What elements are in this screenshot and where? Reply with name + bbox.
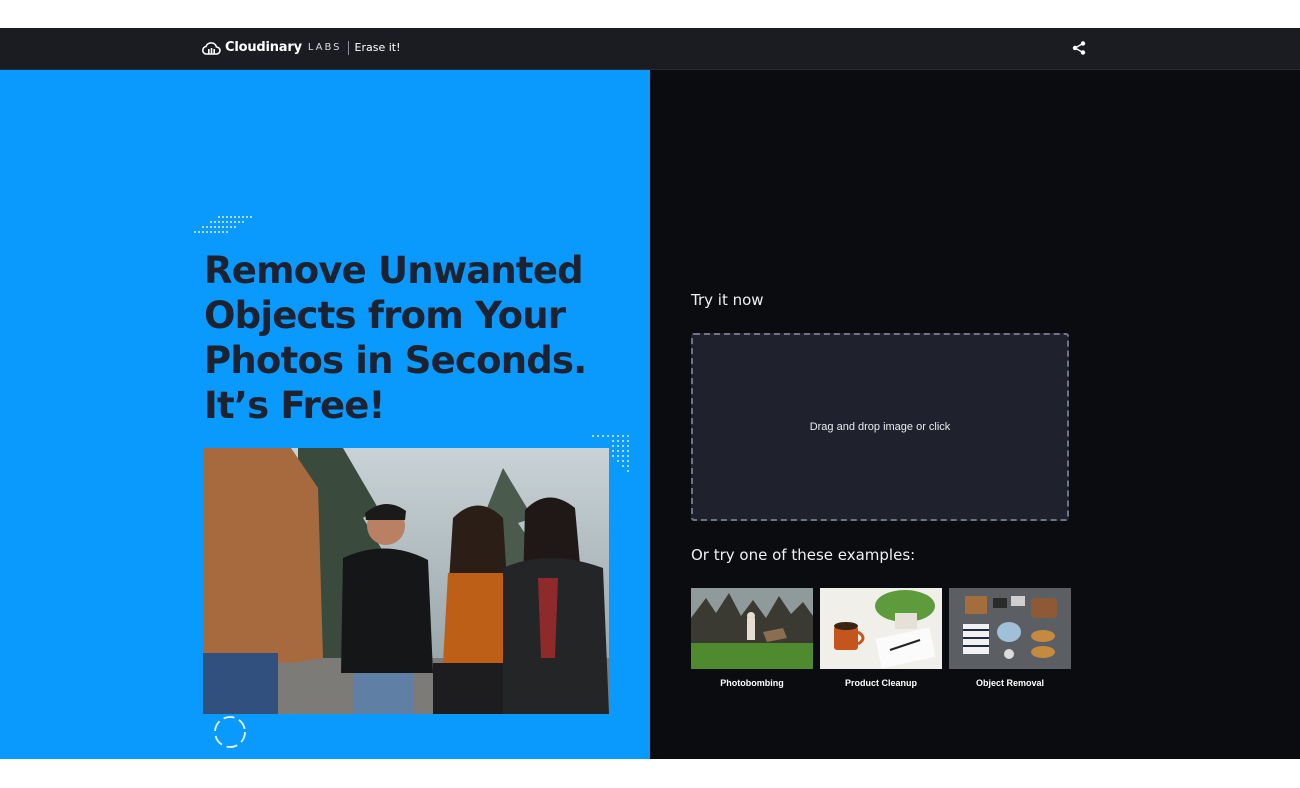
- brand-name: Cloudinary: [225, 40, 302, 55]
- example-label: Product Cleanup: [844, 678, 917, 688]
- decorative-dots-top: [194, 216, 252, 233]
- example-object-removal[interactable]: Object Removal: [949, 588, 1071, 688]
- brand-logo[interactable]: Cloudinary LABS Erase it!: [201, 40, 401, 55]
- headline-line: It’s Free!: [204, 384, 385, 427]
- example-thumbnail[interactable]: [820, 588, 942, 669]
- examples-list: Photobombing Product Cleanup Object Remo…: [691, 588, 1071, 688]
- headline-line: Photos in Seconds.: [204, 339, 587, 382]
- loading-spinner-icon: [214, 716, 246, 748]
- hero-panel: Remove Unwanted Objects from Your Photos…: [0, 70, 650, 759]
- example-product-cleanup[interactable]: Product Cleanup: [820, 588, 942, 688]
- brand-divider: [347, 40, 349, 55]
- example-thumbnail[interactable]: [949, 588, 1071, 669]
- cloudinary-cloud-icon: [202, 41, 221, 55]
- headline-line: Objects from Your: [204, 294, 566, 337]
- example-thumbnail[interactable]: [691, 588, 813, 669]
- headline-line: Remove Unwanted: [204, 249, 584, 292]
- example-photobombing[interactable]: Photobombing: [691, 588, 813, 688]
- example-label: Photobombing: [720, 678, 784, 688]
- examples-heading: Or try one of these examples:: [691, 546, 916, 564]
- image-dropzone[interactable]: Drag and drop image or click: [691, 333, 1069, 521]
- product-name: Erase it!: [354, 41, 401, 54]
- brand-suffix: LABS: [307, 42, 342, 53]
- share-icon[interactable]: [1071, 40, 1087, 56]
- hero-headline: Remove Unwanted Objects from Your Photos…: [204, 248, 624, 428]
- top-navigation-bar: Cloudinary LABS Erase it!: [0, 28, 1300, 70]
- upload-panel: Try it now Drag and drop image or click …: [650, 70, 1300, 759]
- hero-photo: [203, 448, 609, 714]
- dropzone-text: Drag and drop image or click: [809, 421, 951, 433]
- try-it-now-heading: Try it now: [691, 291, 764, 309]
- example-label: Object Removal: [975, 678, 1045, 688]
